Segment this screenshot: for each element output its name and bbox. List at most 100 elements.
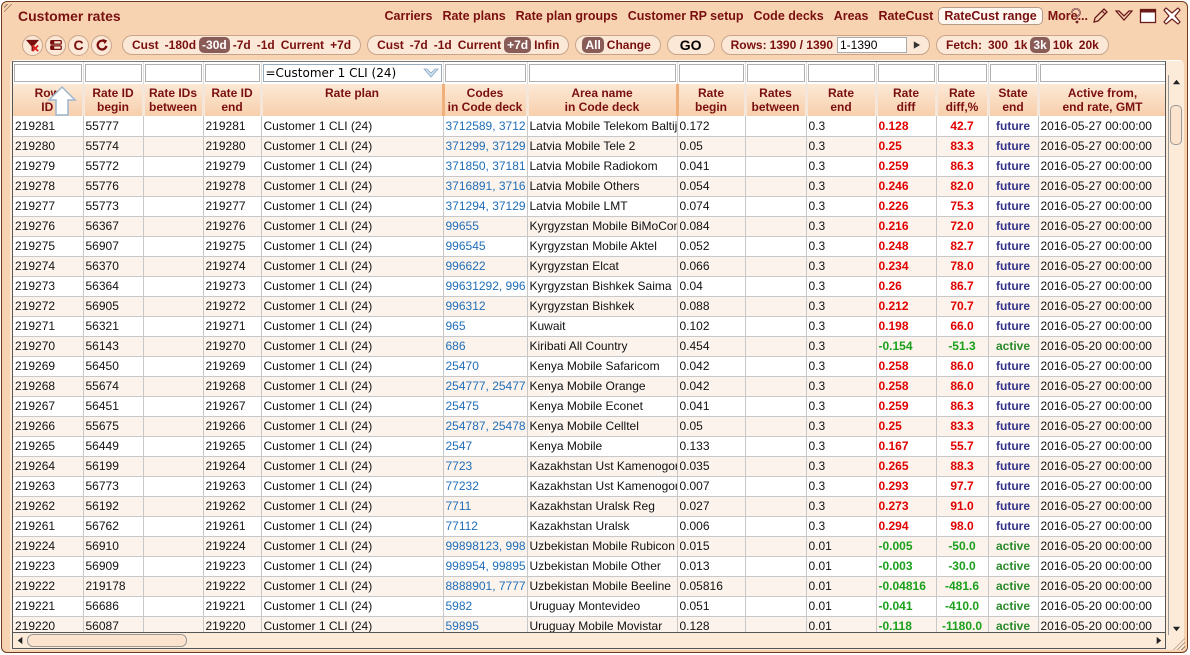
table-row[interactable]: 219273 56364 219273 Customer 1 CLI (24) 9963… <box>13 276 1165 297</box>
cell-codes[interactable]: 99898123, 998 <box>443 536 528 557</box>
help-icon[interactable] <box>1067 7 1085 25</box>
scroll-down-button[interactable] <box>1169 621 1183 635</box>
column-header-rate-plan[interactable]: Rate plan <box>261 84 445 116</box>
fetch-option[interactable]: 20k <box>1076 38 1102 52</box>
table-row[interactable]: 219270 56143 219270 Customer 1 CLI (24) 686 K… <box>13 336 1165 357</box>
maximize-icon[interactable] <box>1139 7 1157 25</box>
table-row[interactable]: 219224 56910 219224 Customer 1 CLI (24) 9989… <box>13 536 1165 557</box>
column-header-active-from[interactable]: Active from, end rate, GMT <box>1038 84 1165 116</box>
nav-rate-plans[interactable]: Rate plans <box>437 7 510 25</box>
filter-active-from-input[interactable] <box>1039 64 1165 82</box>
end-range-option[interactable]: -1d <box>431 38 455 52</box>
cell-codes[interactable]: 99631292, 996 <box>443 276 528 297</box>
go-button[interactable]: GO <box>666 35 715 55</box>
column-header-rate-id-begin[interactable]: Rate ID begin <box>83 84 145 116</box>
cell-codes[interactable]: 25470 <box>443 356 528 377</box>
end-range-option[interactable]: Current <box>455 38 504 52</box>
table-row[interactable]: 219268 55674 219268 Customer 1 CLI (24) 2547… <box>13 376 1165 397</box>
column-header-rate-id-end[interactable]: Rate ID end <box>203 84 263 116</box>
filter-area-name-input[interactable] <box>528 64 676 82</box>
table-row[interactable]: 219262 56192 219262 Customer 1 CLI (24) 7711… <box>13 496 1165 517</box>
cell-codes[interactable]: 686 <box>443 336 528 357</box>
begin-range-option[interactable]: +7d <box>327 38 354 52</box>
nav-areas[interactable]: Areas <box>829 7 874 25</box>
column-header-rate-diff-pct[interactable]: Rate diff,% <box>936 84 990 116</box>
table-row[interactable]: 219267 56451 219267 Customer 1 CLI (24) 2547… <box>13 396 1165 417</box>
cell-codes[interactable]: 99655 <box>443 216 528 237</box>
columns-toggle-button[interactable] <box>45 34 66 56</box>
change-filter-all[interactable]: All <box>582 37 604 53</box>
cell-codes[interactable]: 3716891, 3716 <box>443 176 528 197</box>
table-row[interactable]: 219279 55772 219279 Customer 1 CLI (24) 3718… <box>13 156 1165 177</box>
nav-rate-plan-groups[interactable]: Rate plan groups <box>511 7 623 25</box>
fetch-option[interactable]: 1k <box>1011 38 1030 52</box>
column-header-area-name[interactable]: Area name in Code deck <box>527 84 679 116</box>
column-header-rate-end[interactable]: Rate end <box>806 84 878 116</box>
column-header-state-end[interactable]: State end <box>988 84 1040 116</box>
rows-range-input[interactable] <box>837 37 907 53</box>
rows-apply-button[interactable] <box>909 37 923 53</box>
table-row[interactable]: 219263 56773 219263 Customer 1 CLI (24) 7723… <box>13 476 1165 497</box>
nav-code-decks[interactable]: Code decks <box>749 7 829 25</box>
table-row[interactable]: 219220 56087 219220 Customer 1 CLI (24) 5989… <box>13 616 1165 632</box>
column-header-row-id[interactable]: Row ID <box>13 84 85 116</box>
column-header-rate-begin[interactable]: Rate begin <box>677 84 747 116</box>
cell-codes[interactable]: 254787, 25478 <box>443 416 528 437</box>
filter-rate-diff-pct-input[interactable] <box>937 64 987 82</box>
end-range-option[interactable]: Infin <box>531 38 562 52</box>
column-header-codes[interactable]: Codes in Code deck <box>443 84 529 116</box>
scroll-up-button[interactable] <box>1169 75 1183 89</box>
cell-codes[interactable]: 8888901, 7777 <box>443 576 528 597</box>
cell-codes[interactable]: 59895 <box>443 616 528 632</box>
fetch-option-selected[interactable]: 3k <box>1030 37 1050 53</box>
cell-codes[interactable]: 996622 <box>443 256 528 277</box>
resize-handle-top-left[interactable] <box>4 4 14 14</box>
table-row[interactable]: 219275 56907 219275 Customer 1 CLI (24) 9965… <box>13 236 1165 257</box>
table-row[interactable]: 219269 56450 219269 Customer 1 CLI (24) 2547… <box>13 356 1165 377</box>
table-row[interactable]: 219272 56905 219272 Customer 1 CLI (24) 9963… <box>13 296 1165 317</box>
filter-state-end-input[interactable] <box>989 64 1037 82</box>
fetch-option[interactable]: 300 <box>985 38 1011 52</box>
cell-codes[interactable]: 7711 <box>443 496 528 517</box>
table-row[interactable]: 219281 55777 219281 Customer 1 CLI (24) 3712… <box>13 116 1165 137</box>
table-row[interactable]: 219264 56199 219264 Customer 1 CLI (24) 7723… <box>13 456 1165 477</box>
table-row[interactable]: 219278 55776 219278 Customer 1 CLI (24) 3716… <box>13 176 1165 197</box>
end-range-option-selected[interactable]: +7d <box>504 37 532 53</box>
cell-codes[interactable]: 77112 <box>443 516 528 537</box>
cell-codes[interactable]: 371294, 37129 <box>443 196 528 217</box>
begin-range-option[interactable]: -7d <box>230 38 254 52</box>
change-filter-change[interactable]: Change <box>604 38 654 52</box>
end-range-option[interactable]: -7d <box>407 38 431 52</box>
scroll-right-button[interactable] <box>1151 633 1165 648</box>
clear-button[interactable]: C <box>68 34 89 56</box>
column-header-rates-between[interactable]: Rates between <box>745 84 808 116</box>
cell-codes[interactable]: 2547 <box>443 436 528 457</box>
cell-codes[interactable]: 371299, 37129 <box>443 136 528 157</box>
filter-rate-id-begin-input[interactable] <box>84 64 142 82</box>
nav-customer-rp-setup[interactable]: Customer RP setup <box>623 7 749 25</box>
chevron-down-icon[interactable] <box>422 67 439 79</box>
filter-rate-diff-input[interactable] <box>877 64 935 82</box>
collapse-chevron-icon[interactable] <box>1115 7 1133 25</box>
table-row[interactable]: 219222 219178 219222 Customer 1 CLI (24) 888… <box>13 576 1165 597</box>
table-row[interactable]: 219271 56321 219271 Customer 1 CLI (24) 965 K… <box>13 316 1165 337</box>
nav-ratecust-range[interactable]: RateCust range <box>938 7 1043 25</box>
horizontal-scrollbar[interactable] <box>12 633 1166 649</box>
scroll-left-button[interactable] <box>13 633 27 648</box>
table-row[interactable]: 219261 56762 219261 Customer 1 CLI (24) 7711… <box>13 516 1165 537</box>
nav-ratecust[interactable]: RateCust <box>873 7 938 25</box>
cell-codes[interactable]: 25475 <box>443 396 528 417</box>
cell-codes[interactable]: 254777, 25477 <box>443 376 528 397</box>
cell-codes[interactable]: 996312 <box>443 296 528 317</box>
cell-codes[interactable]: 371850, 37181 <box>443 156 528 177</box>
refresh-button[interactable] <box>91 34 112 56</box>
filter-rates-between-input[interactable] <box>746 64 805 82</box>
filter-row-id-input[interactable] <box>14 64 82 82</box>
clear-filter-button[interactable] <box>22 34 43 56</box>
begin-range-option[interactable]: -1d <box>254 38 278 52</box>
edit-pencil-icon[interactable] <box>1091 7 1109 25</box>
filter-rate-begin-input[interactable] <box>678 64 744 82</box>
table-row[interactable]: 219280 55774 219280 Customer 1 CLI (24) 3712… <box>13 136 1165 157</box>
cell-codes[interactable]: 77232 <box>443 476 528 497</box>
filter-rate-id-end-input[interactable] <box>204 64 260 82</box>
